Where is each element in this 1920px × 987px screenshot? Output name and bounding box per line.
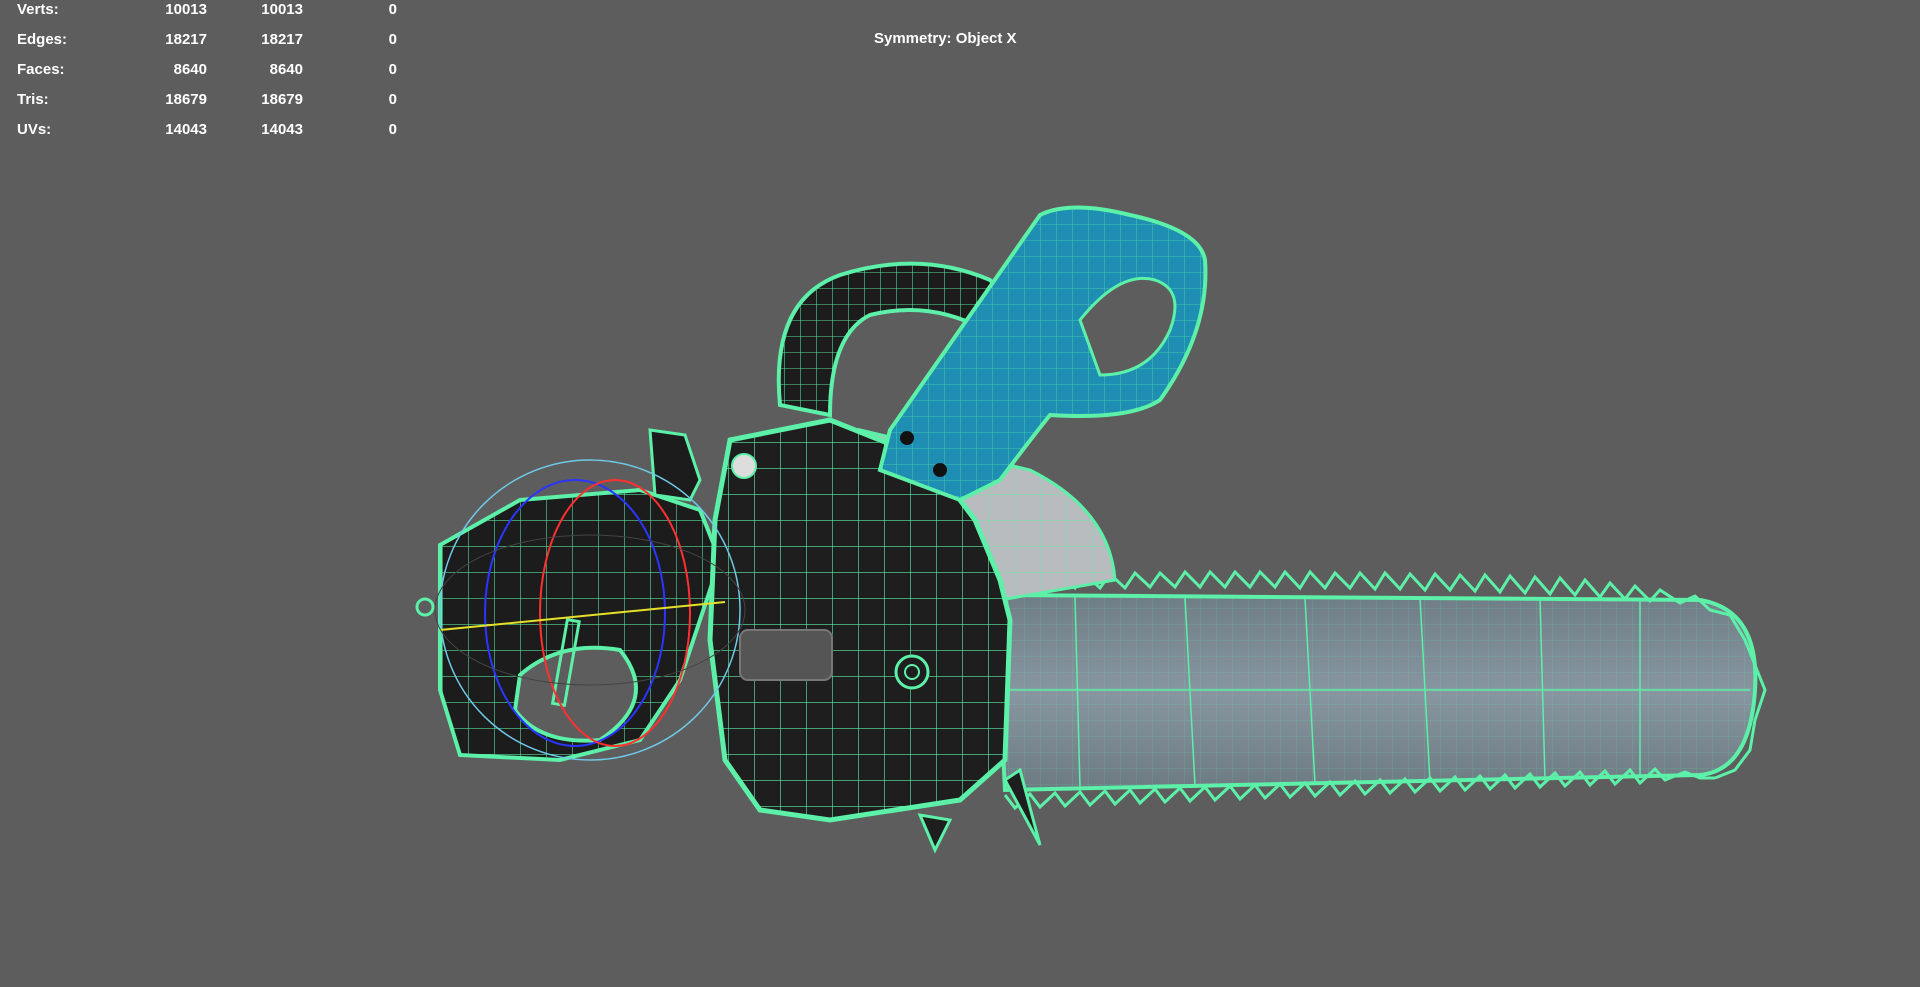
hud-value: 14043	[261, 121, 303, 138]
hud-value: 0	[388, 1, 397, 18]
hud-label: Edges:	[17, 31, 68, 48]
3d-viewport[interactable]	[0, 0, 1920, 987]
hud-value: 14043	[165, 121, 207, 138]
symmetry-indicator: Symmetry: Object X	[874, 30, 1017, 47]
hud-value: 8640	[269, 61, 303, 78]
hud-label: UVs:	[17, 121, 52, 138]
hud-label: Verts:	[17, 1, 59, 18]
guide-bar[interactable]	[992, 592, 1758, 793]
hud-value: 8640	[173, 61, 207, 78]
front-handle[interactable]	[877, 205, 1208, 503]
hud-value: 0	[388, 91, 397, 108]
hud-label: Faces:	[17, 61, 65, 78]
hud-value: 0	[388, 31, 397, 48]
chainsaw-model[interactable]	[415, 205, 1767, 854]
hud-value: 18679	[261, 91, 303, 108]
hud-value: 18217	[261, 31, 303, 48]
hud-value: 18679	[165, 91, 207, 108]
hud-label: Tris:	[17, 91, 49, 108]
hud-value: 18217	[165, 31, 207, 48]
hud-value: 10013	[261, 1, 303, 18]
hud-value: 0	[388, 61, 397, 78]
hud-value: 10013	[165, 1, 207, 18]
hud-value: 0	[388, 121, 397, 138]
